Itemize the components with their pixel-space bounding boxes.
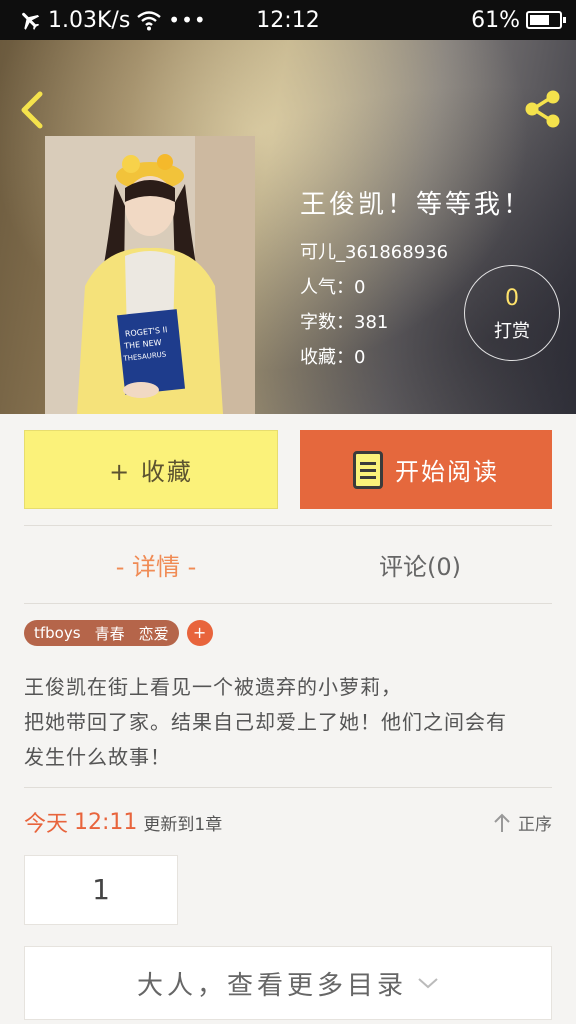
sort-order-label: 正序 — [518, 815, 552, 835]
tip-label: 打赏 — [494, 321, 530, 342]
battery-icon — [526, 11, 566, 29]
add-favorite-label: + 收藏 — [109, 458, 193, 486]
status-bar: 1.03K/s ••• 12:12 61% — [0, 0, 576, 40]
battery-percent: 61% — [471, 7, 520, 33]
divider — [24, 787, 552, 788]
book-cover-image[interactable]: ROGET'S II THE NEW THESAURUS — [45, 136, 255, 414]
chevron-down-icon — [418, 978, 438, 989]
update-time: 12:11 — [74, 809, 138, 835]
book-title: 王俊凯！等等我！ — [300, 190, 533, 220]
sort-order-button[interactable]: 正序 — [492, 810, 552, 835]
more-catalog-label: 大人，查看更多目录 — [136, 970, 407, 1001]
divider — [24, 525, 552, 526]
share-icon[interactable] — [522, 88, 564, 130]
tag-tfboys[interactable]: tfboys — [34, 624, 81, 642]
tag-youth[interactable]: 青春 — [95, 623, 125, 644]
divider — [24, 603, 552, 604]
more-catalog-button[interactable]: 大人，查看更多目录 — [24, 946, 552, 1020]
update-day: 今天 — [24, 812, 69, 837]
synopsis-line: 王俊凯在街上看见一个被遗弃的小萝莉， — [24, 675, 402, 699]
tip-button[interactable]: 0 打赏 — [464, 265, 560, 361]
book-header: ROGET'S II THE NEW THESAURUS 王俊凯！等等我！ 可儿… — [0, 40, 576, 414]
update-info: 今天 12:11 更新到1章 正序 — [24, 802, 552, 842]
arrow-up-icon — [494, 813, 510, 832]
back-arrow-icon[interactable] — [14, 88, 50, 132]
chapter-page-selector[interactable]: 1 — [24, 855, 178, 925]
add-favorite-button[interactable]: + 收藏 — [24, 430, 278, 509]
tab-comments[interactable]: 评论(0) — [288, 540, 552, 594]
cover-illustration: ROGET'S II THE NEW THESAURUS — [45, 136, 255, 414]
update-text: 更新到1章 — [143, 814, 223, 835]
tag-list: tfboys 青春 恋爱 + — [24, 620, 213, 646]
start-reading-label: 开始阅读 — [395, 458, 499, 486]
synopsis-line: 发生什么故事！ — [24, 745, 171, 769]
synopsis: 王俊凯在街上看见一个被遗弃的小萝莉， 把她带回了家。结果自己却爱上了她！他们之间… — [24, 670, 552, 775]
tag-romance[interactable]: 恋爱 — [139, 623, 169, 644]
tip-count: 0 — [505, 286, 519, 311]
start-reading-button[interactable]: 开始阅读 — [300, 430, 552, 509]
tag-pill[interactable]: tfboys 青春 恋爱 — [24, 620, 179, 646]
tab-detail[interactable]: - 详情 - — [24, 540, 288, 594]
synopsis-line: 把她带回了家。结果自己却爱上了她！他们之间会有 — [24, 710, 507, 734]
add-tag-button[interactable]: + — [186, 620, 213, 646]
book-icon — [353, 450, 383, 489]
book-author[interactable]: 可儿_361868936 — [300, 235, 532, 270]
